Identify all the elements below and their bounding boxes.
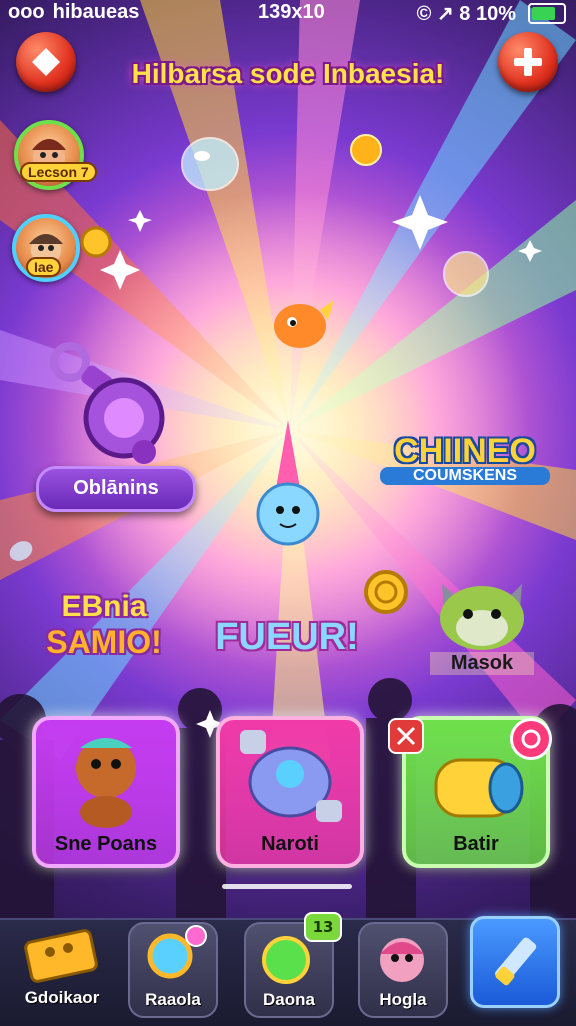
dock-label: Gdoikaor bbox=[24, 988, 100, 1007]
carrier-label: ooo hibaueas bbox=[8, 1, 140, 23]
crystal-ball-icon bbox=[181, 137, 239, 191]
dock-label: Raaola bbox=[145, 990, 201, 1009]
magic-device-icon bbox=[50, 342, 165, 464]
card-close-badge[interactable] bbox=[388, 718, 424, 754]
status-bar: ooo hibaueas 139x10 © ↗ 8 10% bbox=[0, 0, 576, 26]
coin-icon bbox=[364, 570, 408, 614]
bnia-samio-logo: EBnia SAMIO! bbox=[34, 590, 174, 661]
chiineo-logo: CHIINEO COUMSKENS bbox=[380, 432, 550, 485]
logo-line-2: SAMIO! bbox=[46, 624, 162, 660]
brush-icon bbox=[495, 937, 537, 986]
cat-creature-icon bbox=[440, 584, 524, 650]
character-icon bbox=[380, 938, 424, 982]
dock-item-hogla[interactable]: Hogla bbox=[358, 922, 448, 1018]
dock-label: Daona bbox=[263, 990, 315, 1009]
player-tag-2: Iae bbox=[26, 257, 62, 277]
player-tag-1: Lecson 7 bbox=[20, 162, 97, 182]
gold-orb-icon bbox=[350, 134, 382, 166]
dock-label: Hogla bbox=[379, 990, 427, 1009]
card-label: Batir bbox=[453, 833, 499, 855]
creature-label: Masok bbox=[430, 652, 534, 675]
card-naroti[interactable]: Naroti bbox=[216, 716, 364, 868]
battery-icon bbox=[528, 3, 566, 24]
dock-item-raaola[interactable]: Raaola bbox=[128, 922, 218, 1018]
crystal-icon bbox=[9, 541, 33, 561]
coin-icon bbox=[80, 226, 112, 258]
card-sne-poans[interactable]: Sne Poans bbox=[32, 716, 180, 868]
magnifier-icon bbox=[147, 925, 207, 979]
fueur-logo: FUEUR! bbox=[215, 616, 359, 658]
dock-item-brush[interactable] bbox=[470, 916, 560, 1008]
logo-line-1: EBnia bbox=[61, 590, 147, 623]
clock-label: 139x10 bbox=[258, 1, 325, 23]
logo-line-1: CHIINEO bbox=[394, 432, 536, 470]
bubble-icon bbox=[443, 251, 489, 297]
diamond-icon bbox=[32, 48, 60, 76]
ticket-icon bbox=[24, 929, 98, 983]
refresh-icon bbox=[521, 729, 541, 749]
card-count-badge bbox=[510, 718, 552, 760]
close-icon bbox=[396, 726, 416, 746]
notification-badge: 13 bbox=[304, 912, 342, 942]
monkey-character-icon bbox=[76, 738, 136, 828]
world-name-label[interactable]: Oblānins bbox=[36, 466, 196, 512]
capsule-bomb-icon bbox=[240, 730, 342, 822]
diamond-menu-button[interactable] bbox=[16, 32, 76, 92]
fish-creature-icon bbox=[274, 300, 334, 348]
add-button[interactable] bbox=[498, 32, 558, 92]
spike-creature-icon bbox=[256, 420, 320, 546]
status-indicators: © ↗ 8 10% bbox=[416, 3, 516, 25]
plus-icon bbox=[514, 48, 542, 76]
dock-item-gdoikaor[interactable]: Gdoikaor bbox=[14, 922, 110, 1014]
page-title: Hilbarsa sode Inbaesia! bbox=[131, 58, 445, 89]
card-label: Sne Poans bbox=[54, 833, 158, 855]
home-indicator bbox=[222, 884, 352, 889]
card-label: Naroti bbox=[261, 833, 319, 855]
